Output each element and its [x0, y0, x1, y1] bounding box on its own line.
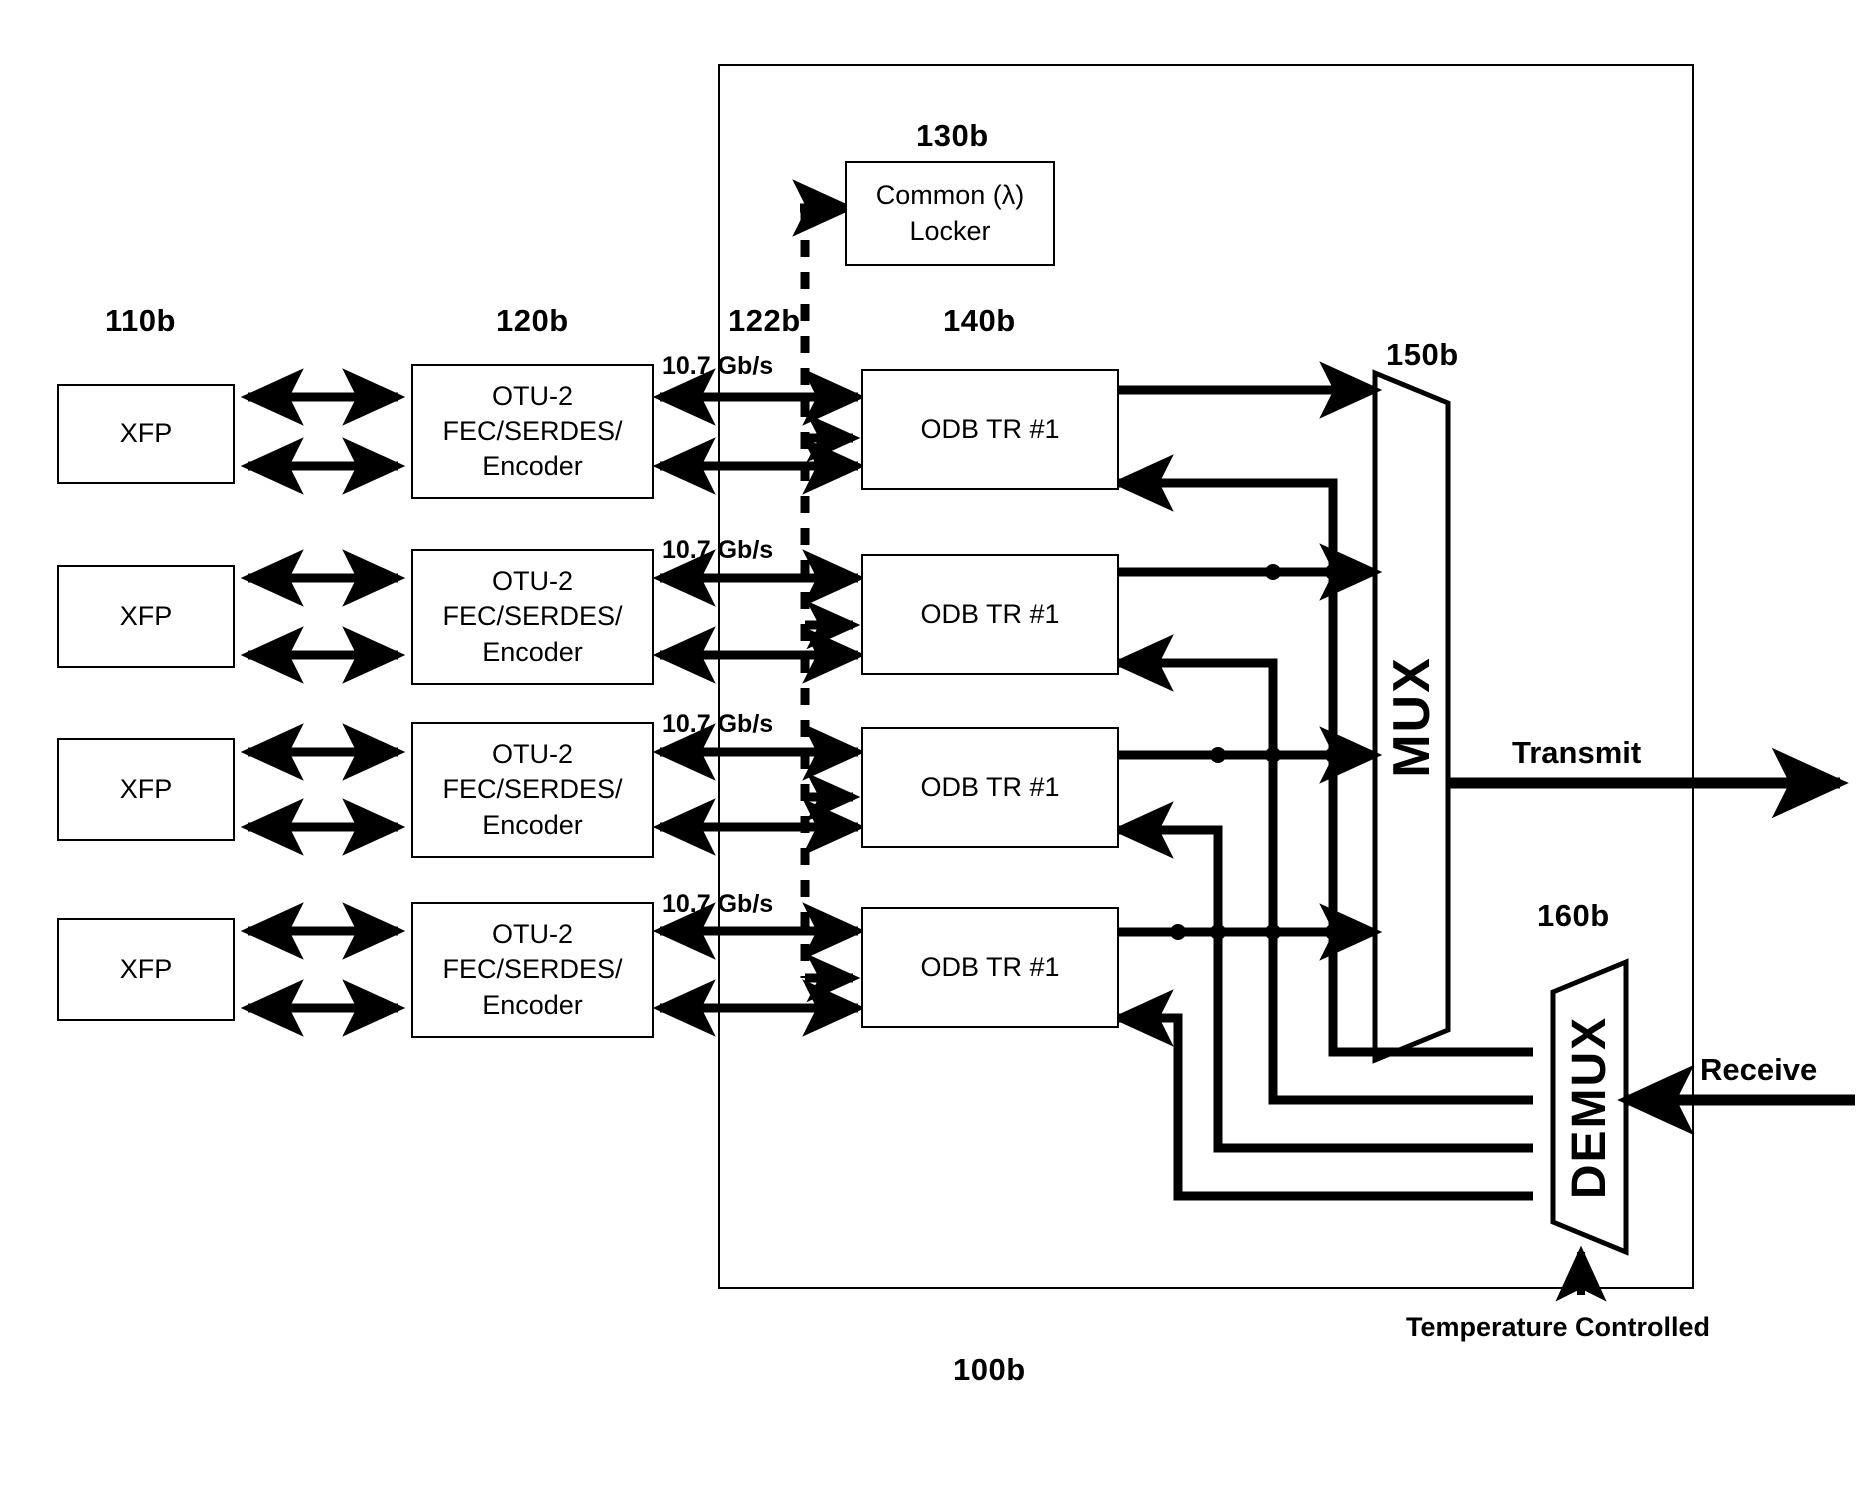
odb-label-4: ODB TR #1 [920, 951, 1060, 982]
xfp-box-1[interactable]: XFP [57, 384, 235, 484]
otu-box-3[interactable]: OTU-2 FEC/SERDES/ Encoder [411, 722, 654, 858]
odb-label-1: ODB TR #1 [920, 413, 1060, 444]
otu-box-1[interactable]: OTU-2 FEC/SERDES/ Encoder [411, 364, 654, 499]
xfp-box-3[interactable]: XFP [57, 738, 235, 841]
otu-line2-2: FEC/SERDES/ [442, 601, 623, 632]
common-locker-line1: Common (λ) [875, 180, 1025, 211]
otu-box-4[interactable]: OTU-2 FEC/SERDES/ Encoder [411, 902, 654, 1038]
odb-label-2: ODB TR #1 [920, 598, 1060, 629]
otu-line3-3: Encoder [482, 809, 583, 840]
otu-line1-3: OTU-2 [492, 739, 573, 770]
xfp-label-1: XFP [119, 418, 173, 449]
odb-box-1[interactable]: ODB TR #1 [861, 369, 1119, 490]
figure-canvas: 110b 120b 122b 130b 140b 150b 160b 100b … [0, 0, 1875, 1493]
mux-label: MUX [1382, 655, 1441, 778]
mux-shape[interactable]: MUX [1375, 373, 1448, 1060]
otu-line3-1: Encoder [482, 451, 583, 482]
ref-label-interface-group: 122b [728, 303, 801, 338]
xfp-label-2: XFP [119, 600, 173, 631]
otu-line3-2: Encoder [482, 636, 583, 667]
otu-box-2[interactable]: OTU-2 FEC/SERDES/ Encoder [411, 549, 654, 685]
rate-label-3: 10.7 Gb/s [662, 710, 774, 738]
otu-line2-1: FEC/SERDES/ [442, 415, 623, 446]
common-locker-line2: Locker [909, 215, 991, 246]
xfp-label-4: XFP [119, 953, 173, 984]
odb-box-2[interactable]: ODB TR #1 [861, 554, 1119, 675]
otu-line2-3: FEC/SERDES/ [442, 774, 623, 805]
xfp-box-4[interactable]: XFP [57, 918, 235, 1021]
demux-label: DEMUX [1563, 1015, 1616, 1199]
demux-shape[interactable]: DEMUX [1553, 962, 1626, 1252]
ref-label-system: 100b [953, 1352, 1026, 1387]
xfp-box-2[interactable]: XFP [57, 565, 235, 668]
ref-label-mux: 150b [1386, 337, 1459, 372]
common-locker-box[interactable]: Common (λ) Locker [845, 161, 1055, 266]
ref-label-odb-group: 140b [943, 303, 1016, 338]
odb-box-3[interactable]: ODB TR #1 [861, 727, 1119, 848]
receive-label: Receive [1700, 1052, 1818, 1087]
odb-box-4[interactable]: ODB TR #1 [861, 907, 1119, 1028]
xfp-label-3: XFP [119, 773, 173, 804]
ref-label-demux: 160b [1537, 898, 1610, 933]
ref-label-locker: 130b [916, 118, 989, 153]
temperature-controlled-label: Temperature Controlled [1406, 1312, 1711, 1342]
otu-line2-4: FEC/SERDES/ [442, 954, 623, 985]
ref-label-xfp-group: 110b [105, 303, 176, 338]
rate-label-2: 10.7 Gb/s [662, 536, 774, 564]
otu-line1-1: OTU-2 [492, 380, 573, 411]
ref-label-otu-group: 120b [496, 303, 569, 338]
otu-line1-4: OTU-2 [492, 919, 573, 950]
otu-line1-2: OTU-2 [492, 566, 573, 597]
otu-line3-4: Encoder [482, 989, 583, 1020]
rate-label-4: 10.7 Gb/s [662, 890, 774, 918]
odb-label-3: ODB TR #1 [920, 771, 1060, 802]
rate-label-1: 10.7 Gb/s [662, 352, 774, 380]
transmit-label: Transmit [1512, 735, 1642, 770]
